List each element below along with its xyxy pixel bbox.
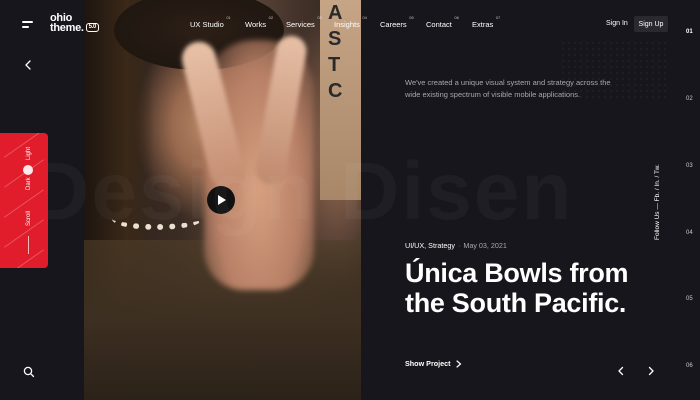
follow-label: Follow Us — xyxy=(654,203,661,240)
background-watermark: Design Disen xyxy=(30,145,670,239)
logo-line-2: theme. xyxy=(50,22,84,34)
pager-item[interactable]: 02 xyxy=(686,96,693,102)
theme-light-option[interactable]: Light xyxy=(26,147,32,160)
project-meta: UI/UX, Strategy · May 03, 2021 xyxy=(405,241,507,250)
chevron-left-icon[interactable] xyxy=(22,59,34,71)
scroll-indicator-line xyxy=(28,236,29,254)
pager-item[interactable]: 01 xyxy=(686,29,693,35)
pager-item[interactable]: 03 xyxy=(686,163,693,169)
show-project-link[interactable]: Show Project xyxy=(405,359,462,368)
search-icon[interactable] xyxy=(23,366,35,378)
logo[interactable]: ohio theme. 5.0 xyxy=(50,13,100,34)
slide-pager: 01 02 03 04 05 06 xyxy=(686,0,700,400)
nav-item-extras[interactable]: Extras 07 xyxy=(472,15,500,29)
nav-item-contact[interactable]: Contact 06 xyxy=(426,15,459,29)
nav-item-insights[interactable]: Insights 04 xyxy=(334,15,367,29)
sign-in-link[interactable]: Sign In xyxy=(606,20,628,27)
menu-icon[interactable] xyxy=(22,20,34,30)
pager-item[interactable]: 06 xyxy=(686,363,693,369)
nav-item-ux-studio[interactable]: UX Studio 01 xyxy=(190,15,231,29)
theme-dark-option[interactable]: Dark xyxy=(26,177,32,190)
nav-item-services[interactable]: Services 03 xyxy=(286,15,322,29)
nav-item-careers[interactable]: Careers 05 xyxy=(380,15,414,29)
show-project-label: Show Project xyxy=(405,359,451,368)
scroll-indicator-label: Scroll xyxy=(26,210,32,226)
page-title: Única Bowls from the South Pacific. xyxy=(405,258,629,318)
theme-toggle-knob[interactable] xyxy=(23,165,33,175)
version-badge: 5.0 xyxy=(85,23,100,32)
social-link-instagram[interactable]: In. xyxy=(654,179,661,186)
next-slide-button[interactable] xyxy=(646,366,656,376)
pager-item[interactable]: 04 xyxy=(686,230,693,236)
sign-up-button[interactable]: Sign Up xyxy=(634,16,668,32)
intro-text: We've created a unique visual system and… xyxy=(405,78,611,99)
chevron-right-icon xyxy=(455,359,461,368)
social-link-twitter[interactable]: Tw. xyxy=(654,164,661,174)
previous-slide-button[interactable] xyxy=(616,366,626,376)
nav-item-works[interactable]: Works 02 xyxy=(245,15,273,29)
social-follow: Follow Us — Fb. / In. / Tw. xyxy=(654,164,661,240)
social-link-facebook[interactable]: Fb. xyxy=(654,192,661,201)
theme-switch-panel[interactable] xyxy=(0,133,48,268)
project-date: May 03, 2021 xyxy=(463,241,507,250)
project-category[interactable]: UI/UX, Strategy xyxy=(405,241,455,250)
pager-item[interactable]: 05 xyxy=(686,296,693,302)
